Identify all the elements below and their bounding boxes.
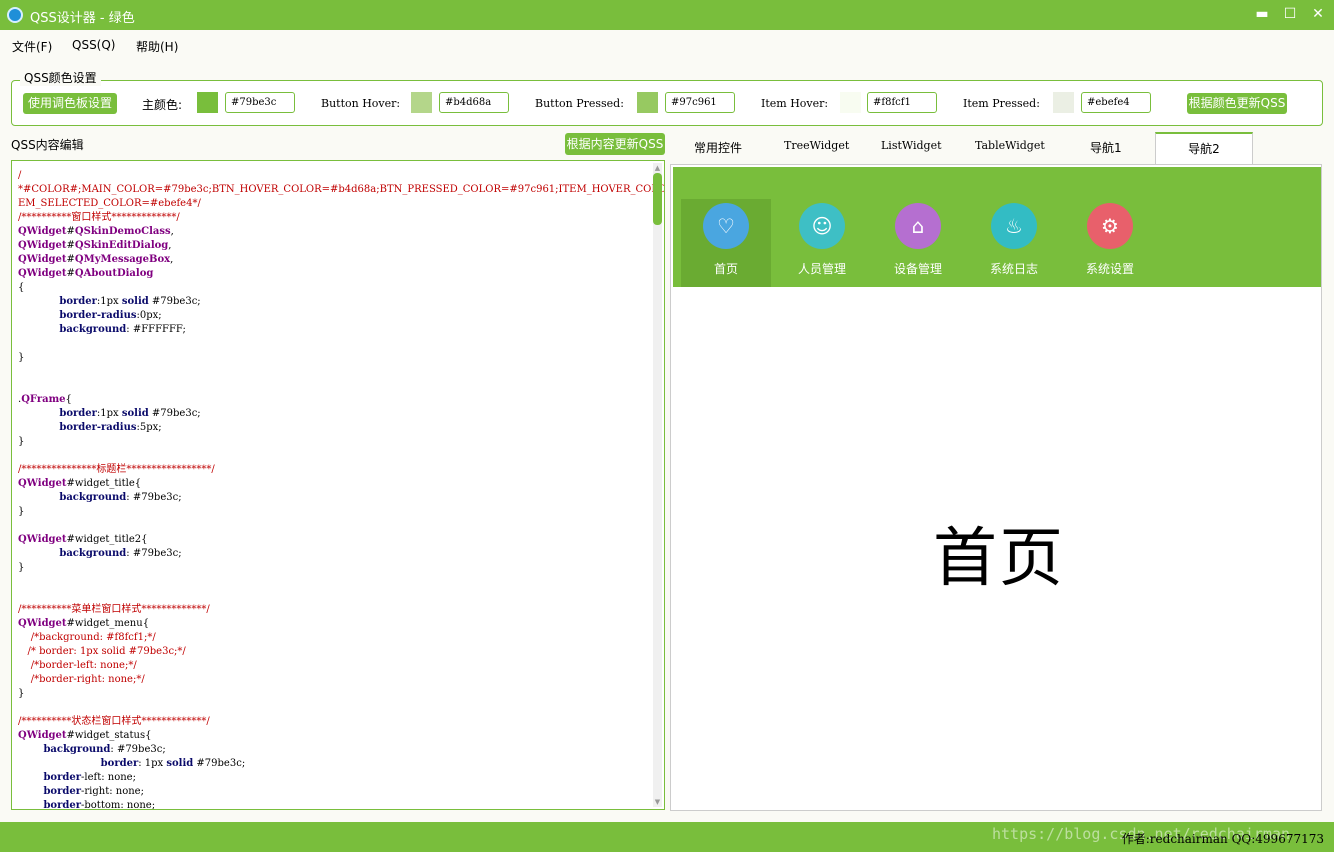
nav-label: 人员管理 [797,262,846,276]
scroll-up-icon[interactable]: ▲ [653,164,662,172]
nav-item-devices[interactable]: ⌂ 设备管理 [873,199,963,287]
nav-item-personnel[interactable]: ☺ 人员管理 [777,199,867,287]
button-hover-input[interactable]: #b4d68a [439,92,509,113]
menu-file[interactable]: 文件(F) [12,38,52,55]
button-hover-label: Button Hover: [321,97,401,110]
settings-icon: ⚙ [1087,203,1133,249]
color-settings-title: QSS颜色设置 [20,69,101,86]
tab-treewidget[interactable]: TreeWidget [784,139,849,152]
tab-common-controls[interactable]: 常用控件 [694,139,742,156]
main-color-swatch[interactable] [197,92,218,113]
button-pressed-label: Button Pressed: [535,97,624,110]
menu-help[interactable]: 帮助(H) [136,38,178,55]
main-color-label: 主颜色: [142,98,183,112]
button-pressed-swatch[interactable] [637,92,658,113]
qss-editor[interactable]: / *#COLOR#;MAIN_COLOR=#79be3c;BTN_HOVER_… [11,160,665,810]
tab-tablewidget[interactable]: TableWidget [975,139,1045,152]
menu-qss[interactable]: QSS(Q) [72,38,116,52]
nav-item-home[interactable]: ♡ 首页 [681,199,771,287]
author-info: 作者:redchairman QQ:499677173 [1121,832,1324,846]
home-icon: ⌂ [895,203,941,249]
user-icon: ☺ [799,203,845,249]
item-pressed-label: Item Pressed: [963,97,1040,110]
page-title: 首页 [933,522,1065,596]
nav-toolbar: ♡ 首页 ☺ 人员管理 ⌂ 设备管理 ♨ 系统日志 ⚙ 系统设置 [673,167,1321,287]
qss-editor-label: QSS内容编辑 [11,138,84,152]
button-hover-swatch[interactable] [411,92,432,113]
nav-label: 首页 [713,262,738,276]
tab-nav1[interactable]: 导航1 [1090,139,1122,156]
item-pressed-input[interactable]: #ebefe4 [1081,92,1151,113]
editor-scrollbar[interactable]: ▲ ▼ [653,163,662,807]
menu-bar: 文件(F) QSS(Q) 帮助(H) [0,30,1334,58]
log-icon: ♨ [991,203,1037,249]
heart-icon: ♡ [703,203,749,249]
minimize-button[interactable]: ▬ [1252,4,1272,24]
nav-label: 设备管理 [893,262,942,276]
nav-item-settings[interactable]: ⚙ 系统设置 [1065,199,1155,287]
tab-bar: 常用控件 TreeWidget ListWidget TableWidget 导… [670,131,1322,165]
title-bar: QSS设计器 - 绿色 ▬ ☐ ✕ [0,0,1334,30]
scrollbar-thumb[interactable] [653,173,662,225]
app-logo-icon [7,7,23,23]
nav-label: 系统日志 [989,262,1038,276]
button-pressed-input[interactable]: #97c961 [665,92,735,113]
main-color-input[interactable]: #79be3c [225,92,295,113]
nav2-panel: ♡ 首页 ☺ 人员管理 ⌂ 设备管理 ♨ 系统日志 ⚙ 系统设置 首页 [670,164,1322,811]
scroll-down-icon[interactable]: ▼ [653,798,662,806]
item-hover-swatch[interactable] [840,92,861,113]
item-hover-label: Item Hover: [761,97,829,110]
window-title: QSS设计器 - 绿色 [30,11,135,26]
item-pressed-swatch[interactable] [1053,92,1074,113]
close-button[interactable]: ✕ [1308,4,1328,24]
qss-code-content[interactable]: / *#COLOR#;MAIN_COLOR=#79be3c;BTN_HOVER_… [18,169,664,809]
item-hover-input[interactable]: #f8fcf1 [867,92,937,113]
update-by-content-button[interactable]: 根据内容更新QSS [565,133,665,155]
update-by-color-button[interactable]: 根据颜色更新QSS [1187,93,1287,114]
tab-listwidget[interactable]: ListWidget [881,139,942,152]
nav-label: 系统设置 [1085,262,1134,276]
maximize-button[interactable]: ☐ [1280,4,1300,24]
palette-settings-button[interactable]: 使用调色板设置 [23,93,117,114]
nav-item-logs[interactable]: ♨ 系统日志 [969,199,1059,287]
tab-nav2[interactable]: 导航2 [1155,132,1253,165]
